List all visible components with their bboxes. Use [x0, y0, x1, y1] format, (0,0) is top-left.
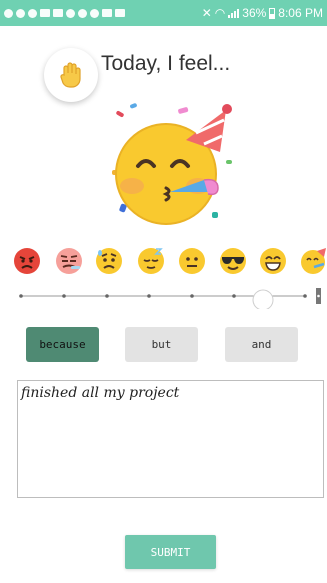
- slider-tick: [232, 294, 236, 298]
- slider-tick: [190, 294, 194, 298]
- notification-icon: [16, 8, 25, 18]
- battery-icon: [269, 7, 276, 19]
- slider-tick: [105, 294, 109, 298]
- sunglasses-face-icon[interactable]: [219, 247, 247, 275]
- woozy-face-icon[interactable]: [55, 247, 83, 275]
- slider-thumb[interactable]: [252, 289, 274, 309]
- notification-icon: [4, 8, 13, 18]
- mood-slider[interactable]: [18, 283, 323, 309]
- submit-button[interactable]: SUBMIT: [125, 535, 216, 569]
- and-button[interactable]: and: [225, 327, 298, 362]
- page-title: Today, I feel...: [101, 52, 231, 75]
- raised-hand-button[interactable]: [44, 48, 98, 102]
- slider-tick: [303, 294, 307, 298]
- notification-icon: [90, 8, 99, 18]
- mood-options: [13, 247, 327, 277]
- image-icon: [102, 9, 112, 17]
- but-button[interactable]: but: [125, 327, 198, 362]
- clock: 8:06 PM: [278, 6, 323, 20]
- battery-percent: 36%: [242, 6, 267, 20]
- angry-face-icon[interactable]: [13, 247, 41, 275]
- slider-tick: [19, 294, 23, 298]
- image-icon: [40, 9, 50, 17]
- image-icon: [53, 9, 63, 17]
- partying-face-icon[interactable]: [299, 247, 327, 275]
- notification-icon: [78, 8, 87, 18]
- current-mood-emoji-icon: [112, 103, 232, 225]
- sleepy-face-icon[interactable]: [137, 247, 165, 275]
- note-textarea[interactable]: finished all my project: [17, 380, 324, 498]
- grinning-face-icon[interactable]: [259, 247, 287, 275]
- signal-icon: [228, 8, 240, 18]
- wifi-icon: ◠: [214, 6, 226, 20]
- because-button[interactable]: because: [26, 327, 99, 362]
- notification-icon: [28, 8, 37, 18]
- status-bar: ✕ ◠ 36% 8:06 PM: [0, 0, 327, 26]
- slider-tick: [147, 294, 151, 298]
- notification-icon: [66, 8, 75, 18]
- mute-icon: ✕: [201, 6, 212, 20]
- nfc-icon: [115, 9, 125, 17]
- slider-tick: [62, 294, 66, 298]
- neutral-face-icon[interactable]: [178, 247, 206, 275]
- notification-icons: [4, 8, 202, 18]
- raised-hand-icon: [60, 62, 81, 88]
- worried-face-icon[interactable]: [95, 247, 123, 275]
